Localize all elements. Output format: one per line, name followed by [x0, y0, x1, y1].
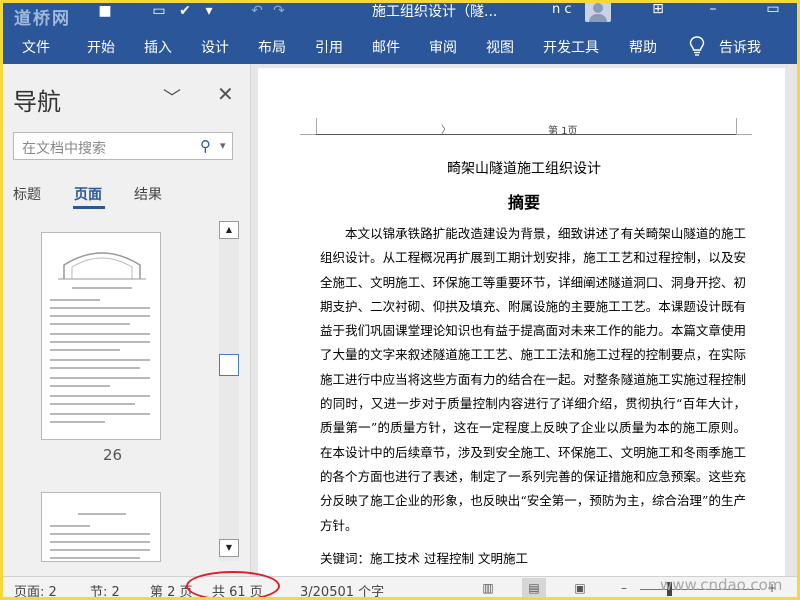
tab-layout[interactable]: 布局 — [258, 37, 286, 57]
tunnel-figure-icon — [58, 252, 146, 280]
ribbon-display-icon[interactable]: ⊞ — [645, 1, 671, 21]
undo-icon[interactable]: ↶ — [248, 2, 266, 20]
new-doc-icon[interactable]: ▭ — [150, 2, 168, 20]
page-thumbnail-27[interactable] — [41, 492, 161, 562]
zoom-out-icon[interactable]: – — [612, 578, 636, 598]
scroll-up-icon[interactable]: ▲ — [219, 221, 239, 239]
ribbon-tabs: 文件 开始 插入 设计 布局 引用 邮件 审阅 视图 开发工具 帮助 告诉我 — [0, 28, 800, 64]
tab-design[interactable]: 设计 — [201, 37, 229, 57]
search-dropdown-icon[interactable]: ▾ — [220, 139, 226, 152]
document-area[interactable]: 〉 第 1页 畸架山隧道施工组织设计 摘要 本文以锦承铁路扩能改造建设为背景，细… — [252, 64, 797, 576]
tab-mailings[interactable]: 邮件 — [372, 37, 400, 57]
status-word-count[interactable]: 3/20501 个字 — [300, 581, 384, 600]
lightbulb-icon — [689, 36, 705, 56]
status-page[interactable]: 页面: 2 — [14, 581, 57, 600]
nav-search-input[interactable]: 在文档中搜索 ⚲ ▾ — [13, 132, 233, 160]
tab-insert[interactable]: 插入 — [144, 37, 172, 57]
redo-icon[interactable]: ↷ — [270, 2, 288, 20]
tab-help[interactable]: 帮助 — [629, 37, 657, 57]
keywords-line: 关键词：施工技术 过程控制 文明施工 — [320, 551, 528, 566]
user-initials[interactable]: n c — [552, 2, 572, 17]
search-placeholder: 在文档中搜索 — [22, 141, 106, 157]
minimize-icon[interactable]: – — [700, 1, 726, 21]
save-icon[interactable]: ■ — [96, 2, 114, 20]
watermark-url: www.cndao.com — [660, 576, 783, 594]
navigation-pane: 导航 ﹀ ✕ 在文档中搜索 ⚲ ▾ 标题 页面 结果 26 ▲ ▼ — [3, 64, 251, 576]
highlight-circle — [186, 571, 280, 600]
tell-me-search[interactable]: 告诉我 — [719, 37, 761, 57]
avatar[interactable] — [585, 0, 611, 22]
tab-pages[interactable]: 页面 — [74, 184, 102, 204]
abstract-paragraph: 本文以锦承铁路扩能改造建设为背景，细致讲述了有关畸架山隧道的施工组织设计。从工程… — [320, 226, 746, 533]
web-layout-icon[interactable]: ▣ — [568, 578, 592, 598]
scroll-down-icon[interactable]: ▼ — [219, 539, 239, 557]
nav-title: 导航 — [13, 88, 61, 116]
customize-icon[interactable]: ▾ — [200, 2, 218, 20]
document-scrollbar[interactable] — [785, 64, 797, 576]
nav-scrollbar[interactable]: ▲ ▼ — [219, 221, 239, 561]
tab-results[interactable]: 结果 — [134, 184, 162, 204]
read-mode-icon[interactable]: ▥ — [476, 578, 500, 598]
document-heading: 畸架山隧道施工组织设计 — [447, 161, 601, 177]
print-layout-icon[interactable]: ▤ — [522, 578, 546, 598]
thumbnail-page-number: 26 — [103, 446, 123, 464]
watermark-logo: 道桥网 — [14, 9, 71, 29]
tab-home[interactable]: 开始 — [87, 37, 115, 57]
title-bar: 道桥网 ■ ▭ ✔ ▾ ↶ ↷ 施工组织设计（隧... n c ⊞ – ▭ — [0, 0, 800, 29]
close-icon[interactable]: ✕ — [217, 82, 234, 106]
document-page[interactable]: 〉 第 1页 畸架山隧道施工组织设计 摘要 本文以锦承铁路扩能改造建设为背景，细… — [258, 68, 790, 576]
status-section[interactable]: 节: 2 — [90, 581, 120, 600]
header-rule — [316, 134, 736, 135]
tab-developer[interactable]: 开发工具 — [543, 37, 599, 57]
tab-view[interactable]: 视图 — [486, 37, 514, 57]
tab-file[interactable]: 文件 — [22, 37, 50, 57]
tab-headings[interactable]: 标题 — [13, 184, 41, 204]
restore-icon[interactable]: ▭ — [760, 1, 786, 21]
page-thumbnail-26[interactable] — [41, 232, 161, 440]
search-icon[interactable]: ⚲ — [200, 137, 211, 155]
active-tab-indicator — [73, 206, 105, 209]
tab-references[interactable]: 引用 — [315, 37, 343, 57]
scroll-thumb[interactable] — [219, 354, 239, 376]
tab-review[interactable]: 审阅 — [429, 37, 457, 57]
abstract-title: 摘要 — [507, 193, 540, 212]
chevron-down-icon[interactable]: ﹀ — [163, 84, 181, 110]
check-icon[interactable]: ✔ — [176, 2, 194, 20]
document-title: 施工组织设计（隧... — [372, 4, 498, 20]
